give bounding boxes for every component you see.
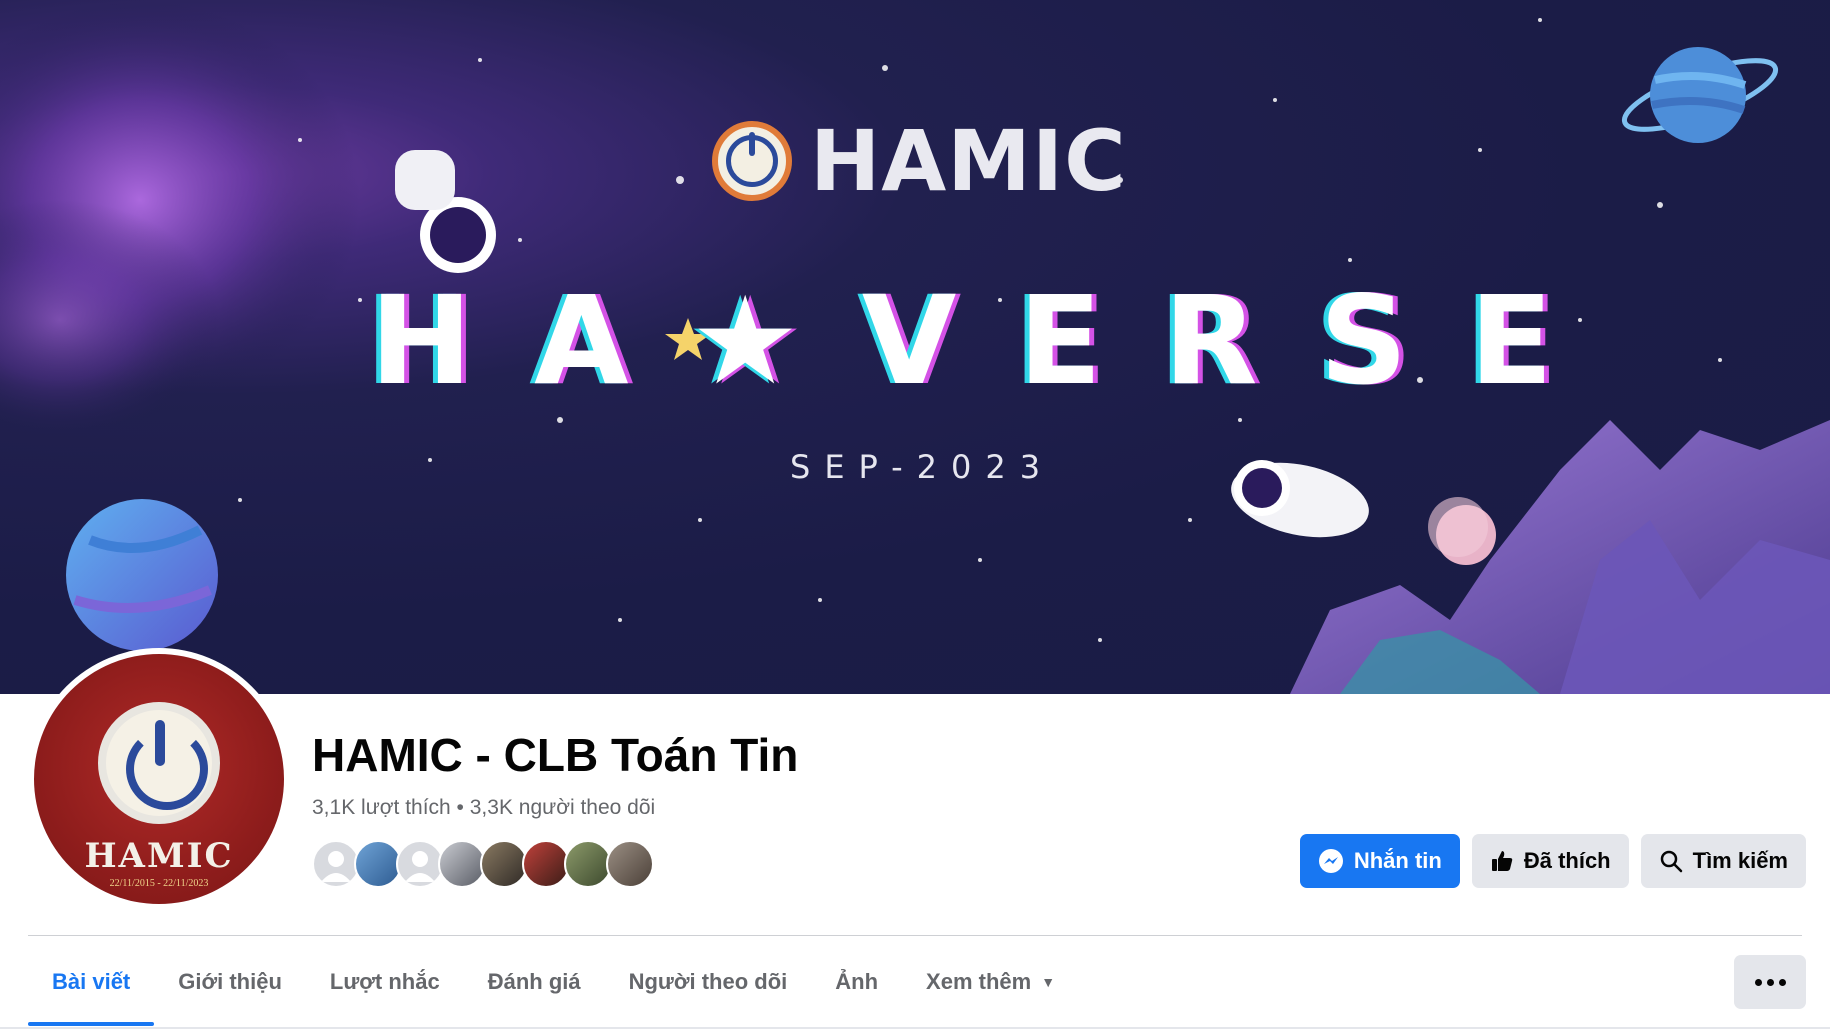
cover-photo[interactable]: HAMIC HA★VERSE SEP-2023 — [0, 0, 1830, 694]
tab-posts[interactable]: Bài viết — [28, 950, 155, 1026]
follower-avatar[interactable] — [312, 840, 360, 888]
search-button[interactable]: Tìm kiếm — [1640, 834, 1806, 888]
tab-posts-label: Bài viết — [52, 969, 131, 994]
thumbs-up-icon — [1491, 851, 1513, 871]
cover-subline: SEP-2023 — [790, 448, 1055, 486]
tab-about-label: Giới thiệu — [178, 969, 282, 994]
facebook-page-header: HAMIC HA★VERSE SEP-2023 HAMIC 22/11/2015… — [0, 0, 1830, 1029]
tab-reviews-label: Đánh giá — [487, 969, 581, 994]
message-button[interactable]: Nhắn tin — [1299, 834, 1460, 888]
more-options-button[interactable] — [1734, 955, 1806, 1009]
tab-photos-label: Ảnh — [835, 969, 879, 994]
tab-mentions-label: Lượt nhắc — [329, 969, 440, 994]
tab-followers[interactable]: Người theo dõi — [605, 950, 812, 1014]
cover-brand-name: HAMIC — [810, 112, 1127, 210]
profile-picture[interactable]: HAMIC 22/11/2015 - 22/11/2023 — [28, 648, 290, 910]
cover-brand: HAMIC — [712, 112, 1127, 210]
tab-photos[interactable]: Ảnh — [811, 950, 902, 1014]
liked-button[interactable]: Đã thích — [1471, 834, 1629, 888]
hamic-logo-icon — [712, 121, 792, 201]
follower-avatar[interactable] — [564, 840, 612, 888]
follower-avatar[interactable] — [396, 840, 444, 888]
tab-mentions[interactable]: Lượt nhắc — [306, 950, 464, 1014]
search-icon — [1660, 850, 1682, 873]
follower-avatar[interactable] — [606, 840, 654, 888]
page-actions: Nhắn tin Đã thích Tìm kiếm — [1299, 834, 1806, 888]
power-logo-icon — [98, 702, 220, 824]
follower-avatar[interactable] — [438, 840, 486, 888]
tab-followers-label: Người theo dõi — [628, 969, 788, 994]
tab-more-label: Xem thêm — [926, 969, 1032, 994]
follower-avatar[interactable] — [522, 840, 570, 888]
follower-avatar[interactable] — [480, 840, 528, 888]
tab-about[interactable]: Giới thiệu — [154, 950, 306, 1014]
liked-button-label: Đã thích — [1523, 848, 1611, 873]
search-button-label: Tìm kiếm — [1692, 848, 1788, 873]
dot-icon — [1766, 978, 1774, 986]
cover-headline: HA★VERSE — [370, 270, 1615, 412]
page-stats[interactable]: 3,1K lượt thích • 3,3K người theo dõi — [312, 796, 655, 820]
caret-down-icon: ▼ — [1041, 974, 1056, 990]
tab-more[interactable]: Xem thêm ▼ — [902, 950, 1079, 1014]
follower-avatar[interactable] — [354, 840, 402, 888]
profile-avatar: HAMIC 22/11/2015 - 22/11/2023 — [34, 654, 284, 904]
section-divider — [28, 935, 1802, 936]
avatar-dates: 22/11/2015 - 22/11/2023 — [109, 878, 209, 889]
message-button-label: Nhắn tin — [1353, 848, 1442, 873]
page-tabs: Bài viết Giới thiệu Lượt nhắc Đánh giá N… — [28, 950, 1079, 1029]
avatar-text: HAMIC — [84, 836, 234, 876]
tab-reviews[interactable]: Đánh giá — [464, 950, 605, 1014]
messenger-icon — [1318, 849, 1343, 873]
page-title: HAMIC - CLB Toán Tin — [312, 729, 799, 781]
dot-icon — [1778, 978, 1786, 986]
dot-icon — [1754, 978, 1762, 986]
